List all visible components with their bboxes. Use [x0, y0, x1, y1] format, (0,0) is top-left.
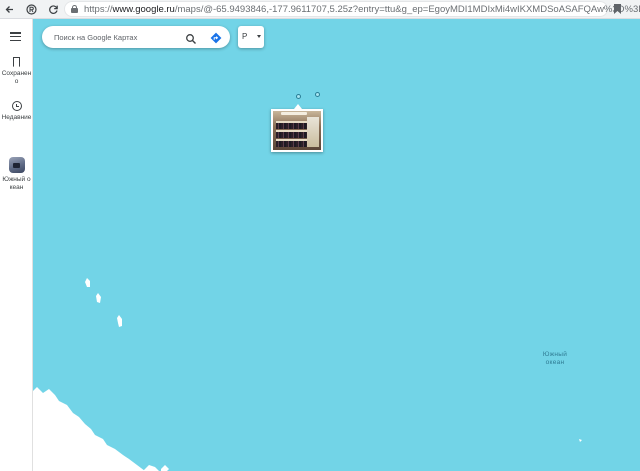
search-icon[interactable] [185, 32, 197, 44]
sidebar-item-saved[interactable]: Сохранено [0, 57, 33, 86]
photo-marker-dot[interactable] [315, 92, 320, 97]
yandex-protect-icon[interactable] [24, 2, 39, 17]
browser-toolbar: https://www.google.ru/maps/@-65.9493846,… [0, 0, 640, 19]
layers-label: Р [242, 32, 248, 41]
sidebar-item-label: Недавние [1, 114, 32, 121]
sidebar-item-recent-place[interactable]: Южный океан [0, 157, 33, 192]
search-input[interactable] [54, 30, 184, 44]
lock-icon [71, 5, 78, 13]
layers-button[interactable]: Р [238, 26, 264, 48]
photo-marker[interactable] [271, 104, 323, 152]
place-photo [273, 111, 321, 150]
chevron-down-icon [257, 35, 261, 38]
search-box [42, 26, 230, 48]
map-canvas[interactable] [33, 19, 640, 471]
url-text: https://www.google.ru/maps/@-65.9493846,… [84, 4, 640, 15]
address-bar[interactable]: https://www.google.ru/maps/@-65.9493846,… [64, 1, 640, 17]
bookmark-icon [13, 57, 20, 67]
place-thumbnail [8, 157, 25, 173]
reload-icon[interactable] [46, 2, 61, 17]
sidebar: Сохранено Недавние Южный океан [0, 19, 33, 471]
sidebar-item-recent[interactable]: Недавние [0, 101, 33, 122]
photo-marker-dot[interactable] [296, 94, 301, 99]
history-icon [11, 101, 22, 111]
directions-icon[interactable] [210, 31, 222, 44]
ocean-label: Южный океан [542, 351, 568, 366]
sidebar-item-label: Южный океан [2, 176, 31, 191]
back-arrow-icon[interactable] [2, 2, 17, 17]
sidebar-item-label: Сохранено [1, 70, 32, 85]
menu-icon[interactable] [10, 32, 21, 41]
antarctica-coastline [33, 278, 582, 471]
